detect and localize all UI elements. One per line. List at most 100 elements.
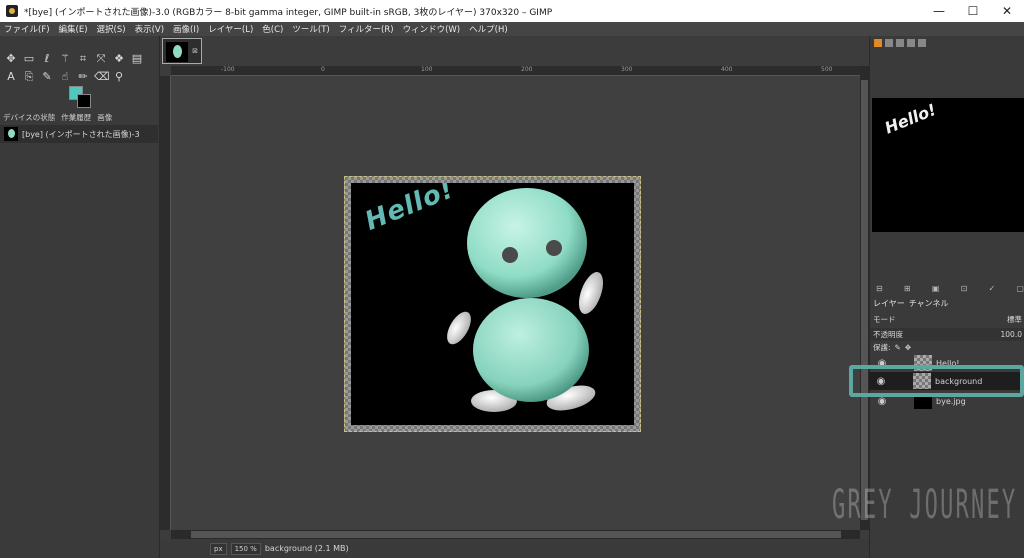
menu-file[interactable]: ファイル(F) [4,23,50,35]
menu-image[interactable]: 画像(I) [173,23,199,35]
selection-highlight [849,365,1024,397]
menu-layer[interactable]: レイヤー(L) [208,23,253,35]
menu-windows[interactable]: ウィンドウ(W) [403,23,461,35]
menu-select[interactable]: 選択(S) [97,23,126,35]
preview-hello-text: Hello! [882,99,939,138]
title-bar: *[bye] (インポートされた画像)-3.0 (RGBカラー 8-bit ga… [0,0,1024,22]
tab-undo-history[interactable]: 作業履歴 [61,112,91,123]
menu-view[interactable]: 表示(V) [135,23,164,35]
ruler-label: 200 [521,66,533,73]
horizontal-ruler: -100 0 100 200 300 400 500 [171,66,860,76]
tab-channels[interactable]: チャンネル [909,298,949,309]
status-bar: px 150 % background (2.1 MB) [160,539,869,558]
eraser-icon[interactable]: ⌫ [94,70,110,84]
character-illustration [447,188,604,412]
gradient-tab-icon[interactable] [907,39,915,47]
brush-tab-icon[interactable] [874,39,882,47]
gimp-icon [6,5,18,17]
right-arm [578,272,604,314]
ruler-label: 300 [621,66,633,73]
opacity-label: 不透明度 [873,330,903,339]
unit-select[interactable]: px [210,542,227,555]
image-list-item-label: [bye] (インポートされた画像)-3 [22,129,140,139]
zoom-select[interactable]: 150 % [230,542,261,555]
text-icon[interactable]: A [4,70,18,84]
preview-controls: ⊟ ⊞ ▣ ⊡ ✓ ▢ [876,284,1024,293]
ruler-label: 100 [421,66,433,73]
lock-pixels-icon[interactable]: ✎ [895,343,901,352]
layer-name[interactable]: bye.jpg [936,397,966,406]
window-icon[interactable]: ▢ [1016,284,1024,293]
fuzzy-select-icon[interactable]: ⚚ [58,52,72,66]
palette-tab-icon[interactable] [918,39,926,47]
menu-tools[interactable]: ツール(T) [292,23,329,35]
maximize-button[interactable]: ☐ [956,0,990,22]
clone-icon[interactable]: ⎘ [22,70,36,84]
right-eye [546,240,562,256]
visibility-eye-icon[interactable]: ◉ [874,396,890,407]
shrink-icon[interactable]: ⊡ [961,284,968,293]
crop-icon[interactable]: ⌗ [76,52,90,66]
head [467,188,587,298]
vertical-scrollbar[interactable] [860,66,869,530]
eyedropper-icon[interactable]: ⚲ [112,70,126,84]
lock-position-icon[interactable]: ✥ [905,343,911,352]
ruler-label: 500 [821,66,833,73]
left-dock-tabs: デバイスの状態 作業履歴 画像 [0,111,160,123]
watermark: GREY JOURNEY [832,482,1018,528]
path-icon[interactable]: ✎ [40,70,54,84]
minimize-button[interactable]: — [922,0,956,22]
scroll-thumb[interactable] [191,531,841,538]
background-color-swatch[interactable] [77,94,91,108]
free-select-icon[interactable]: ℓ [40,52,54,66]
transform-icon[interactable]: ⤧ [94,52,108,66]
opacity-row[interactable]: 不透明度 100.0 [870,328,1024,341]
scroll-thumb[interactable] [861,80,868,520]
image-list-item[interactable]: [bye] (インポートされた画像)-3 [0,125,158,143]
gradient-icon[interactable]: ▤ [130,52,144,66]
status-info: background (2.1 MB) [264,544,349,553]
warp-icon[interactable]: ❖ [112,52,126,66]
menu-bar: ファイル(F) 編集(E) 選択(S) 表示(V) 画像(I) レイヤー(L) … [0,22,1024,36]
horizontal-scrollbar[interactable] [171,530,860,539]
left-arm [447,311,471,345]
image-thumbnail [4,127,18,141]
font-tab-icon[interactable] [896,39,904,47]
move-icon[interactable]: ✥ [4,52,18,66]
paint-icon[interactable]: ✏ [76,70,90,84]
dock-tab-icons [874,39,929,49]
fit-icon[interactable]: ▣ [932,284,940,293]
zoom-in-icon[interactable]: ⊞ [904,284,911,293]
opacity-value[interactable]: 100.0 [1001,330,1022,339]
tab-layers[interactable]: レイヤー [873,298,905,309]
tab-images[interactable]: 画像 [97,112,112,123]
ruler-label: 0 [321,66,325,73]
fill-icon[interactable]: ✓ [988,284,995,293]
mode-label: モード [873,315,896,324]
close-button[interactable]: ✕ [990,0,1024,22]
vertical-ruler [160,76,171,530]
mode-row: モード 標準 [870,313,1024,326]
image-content[interactable]: Hello! [351,183,634,425]
menu-colors[interactable]: 色(C) [262,23,283,35]
close-tab-icon[interactable]: ⊠ [192,47,198,55]
menu-help[interactable]: ヘルプ(H) [469,23,508,35]
body [473,298,589,402]
pattern-tab-icon[interactable] [885,39,893,47]
right-dock: Hello! ⊟ ⊞ ▣ ⊡ ✓ ▢ レイヤー チャンネル モード 標準 不透明… [869,36,1024,558]
left-eye [502,247,518,263]
toolbox-panel: ✥ ▭ ℓ ⚚ ⌗ ⤧ ❖ ▤ A ⎘ ✎ ☝ ✏ ⌫ ⚲ デバイスの状態 作業… [0,36,160,558]
navigation-preview[interactable]: Hello! [872,98,1024,232]
menu-filters[interactable]: フィルター(R) [339,23,394,35]
image-tab-thumbnail [166,42,188,62]
image-tab[interactable]: ⊠ [162,38,202,64]
ruler-label: -100 [221,66,235,73]
mode-select[interactable]: 標準 [1007,314,1022,325]
window-title: *[bye] (インポートされた画像)-3.0 (RGBカラー 8-bit ga… [24,7,553,18]
rect-select-icon[interactable]: ▭ [22,52,36,66]
smudge-icon[interactable]: ☝ [58,70,72,84]
zoom-out-icon[interactable]: ⊟ [876,284,883,293]
ruler-label: 400 [721,66,733,73]
menu-edit[interactable]: 編集(E) [59,23,88,35]
tab-device-status[interactable]: デバイスの状態 [3,112,55,123]
